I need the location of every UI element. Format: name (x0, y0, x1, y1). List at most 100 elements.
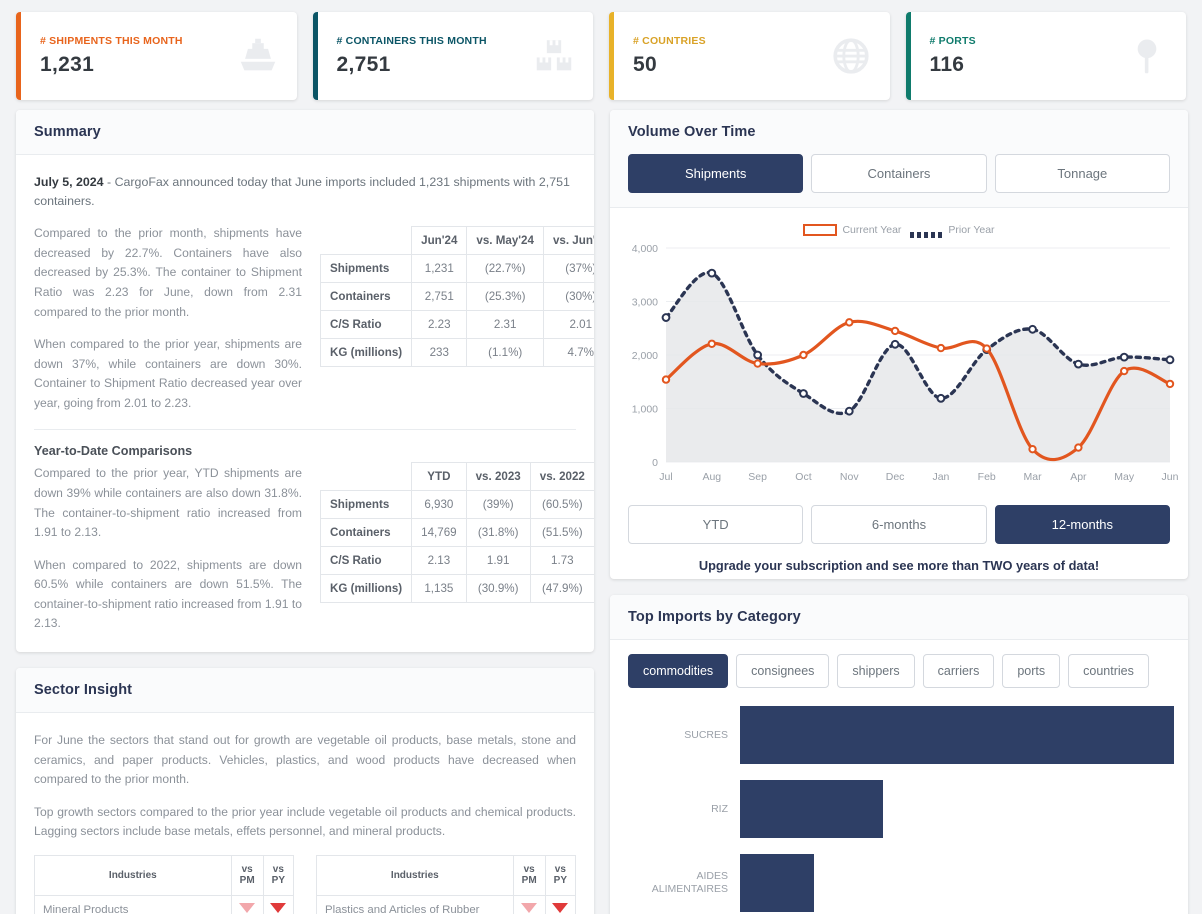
table-corner-cell (320, 226, 413, 256)
ytd-copy: Year-to-Date Comparisons Compared to the… (34, 444, 302, 634)
table-cell: 1.73 (529, 546, 594, 576)
summary-body: July 5, 2024 - CargoFax announced today … (16, 155, 594, 652)
table-header-cell: vs. 2022 (529, 462, 594, 492)
volume-line-chart[interactable]: 0 1,000 2,000 3,000 4,000 Jul Aug Sep Oct Nov Dec J… (618, 240, 1180, 490)
table-header-cell: YTD (411, 462, 467, 492)
trend-down-icon (239, 903, 256, 914)
table-row: KG (millions) 233 (1.1%) 4.7% (319, 338, 594, 368)
table-cell: 233 (411, 338, 468, 368)
svg-text:Feb: Feb (978, 471, 996, 483)
kpi-accent-bar (905, 12, 911, 100)
table-row-label: Containers (319, 518, 413, 548)
tab-shipments[interactable]: Shipments (628, 154, 804, 193)
table-row-label: Shipments (319, 254, 413, 284)
trend-vs-pm (512, 894, 546, 914)
map-pin-icon (1124, 33, 1170, 79)
kpi-card-countries: # COUNTRIES 50 (609, 12, 890, 100)
bar-sucres (740, 706, 1174, 764)
globe-icon (828, 33, 874, 79)
bar-aides-alimentaires (740, 854, 814, 912)
vs-pm-header: vs PM (512, 854, 546, 896)
chart-legend: Current Year Prior Year (618, 224, 1180, 238)
trend-vs-pm (230, 894, 264, 914)
svg-text:2,000: 2,000 (632, 350, 658, 362)
bar-riz (740, 780, 884, 838)
sector-panel-header: Sector Insight (16, 668, 594, 714)
imports-bar-chart[interactable]: SUCRES RIZ AIDES ALIMENTAIRES (610, 688, 1188, 914)
vs-pm-header: vs PM (230, 854, 264, 896)
dashboard-page: # SHIPMENTS THIS MONTH 1,231 # CONTAINER… (0, 0, 1202, 914)
tab-ytd[interactable]: YTD (628, 505, 804, 544)
table-cell: 2.13 (411, 546, 467, 576)
summary-panel: Summary July 5, 2024 - CargoFax announce… (16, 110, 594, 653)
table-header-row: YTD vs. 2023 vs. 2022 (320, 462, 594, 492)
table-row: Containers 2,751 (25.3%) (30%) (319, 282, 594, 312)
kpi-card-ports: # PORTS 116 (905, 12, 1186, 100)
table-row-label: Shipments (319, 490, 413, 520)
industries-header: Industries (316, 854, 514, 896)
tab-containers[interactable]: Containers (811, 154, 987, 193)
tab-commodities[interactable]: commodities (628, 654, 729, 688)
industry-name: Mineral Products (34, 894, 232, 914)
kpi-row: # SHIPMENTS THIS MONTH 1,231 # CONTAINER… (16, 12, 1186, 100)
table-cell: (1.1%) (466, 338, 544, 368)
industries-table-right: Industries vs PM vs PY Plastics and Articl… (316, 854, 577, 914)
tab-shippers[interactable]: shippers (837, 654, 915, 688)
vs-py-header: vs PY (262, 854, 295, 896)
tab-carriers[interactable]: carriers (922, 654, 995, 688)
svg-text:May: May (1114, 471, 1135, 483)
upgrade-note: Upgrade your subscription and see more t… (698, 558, 1100, 573)
summary-paragraph-2: When compared to the prior year, shipmen… (34, 337, 302, 410)
svg-text:Nov: Nov (840, 471, 859, 483)
ship-icon (235, 33, 281, 79)
summary-lede: July 5, 2024 - CargoFax announced today … (34, 173, 576, 210)
volume-range-tabs: YTD 6-months 12-months (628, 505, 1170, 544)
summary-copy: Compared to the prior month, shipments h… (34, 224, 302, 413)
tab-consignees[interactable]: consignees (736, 654, 830, 688)
table-cell: (25.3%) (466, 282, 544, 312)
table-cell: 2,751 (411, 282, 468, 312)
volume-metric-tabs: Shipments Containers Tonnage (628, 154, 1170, 193)
kpi-value-ports: 116 (929, 53, 965, 76)
svg-text:Mar: Mar (1023, 471, 1042, 483)
table-row: Mineral Products (34, 894, 295, 914)
table-header-row: Industries vs PM vs PY (316, 854, 577, 896)
ytd-paragraph-1: Compared to the prior year, YTD shipment… (34, 466, 302, 540)
trend-down-icon (552, 903, 569, 914)
svg-text:Dec: Dec (886, 471, 905, 483)
bar-row: RIZ (624, 772, 1174, 846)
svg-text:Sep: Sep (748, 471, 767, 483)
tab-12-months[interactable]: 12-months (994, 505, 1170, 544)
table-cell: (30%) (542, 282, 594, 312)
tab-6-months[interactable]: 6-months (811, 505, 987, 544)
monthly-comparison-table: Jun'24 vs. May'24 vs. Jun'23 Shipments 1… (319, 226, 594, 368)
legend-item-current-year: Current Year (803, 224, 901, 236)
industries-header: Industries (34, 854, 232, 896)
bar-track (740, 846, 1174, 914)
tab-tonnage[interactable]: Tonnage (994, 154, 1170, 193)
kpi-accent-bar (312, 12, 318, 100)
table-header-cell: vs. 2023 (465, 462, 531, 492)
kpi-value-shipments: 1,231 (40, 53, 95, 76)
kpi-label-ports: # PORTS (929, 35, 976, 47)
table-row-label: KG (millions) (319, 574, 413, 604)
table-cell: (31.8%) (465, 518, 531, 548)
svg-text:Jul: Jul (659, 471, 672, 483)
trend-down-icon (270, 903, 287, 914)
tab-countries[interactable]: countries (1068, 654, 1149, 688)
table-row: KG (millions) 1,135 (30.9%) (47.9%) (319, 574, 594, 604)
imports-category-tabs: commodities consignees shippers carriers… (628, 654, 1170, 688)
tab-ports[interactable]: ports (1002, 654, 1061, 688)
svg-text:Oct: Oct (795, 471, 811, 483)
table-cell: (47.9%) (529, 574, 594, 604)
summary-lede-rest: - CargoFax announced today that June imp… (34, 175, 570, 208)
bar-label: RIZ (711, 802, 728, 815)
bar-row: AIDES ALIMENTAIRES (624, 846, 1174, 914)
table-header-row: Industries vs PM vs PY (34, 854, 295, 896)
table-cell: (22.7%) (466, 254, 544, 284)
table-cell: 1,135 (411, 574, 467, 604)
main-columns: Summary July 5, 2024 - CargoFax announce… (16, 110, 1188, 914)
kpi-label-countries: # COUNTRIES (633, 35, 706, 47)
legend-swatch-prior-year (909, 226, 943, 238)
kpi-accent-bar (609, 12, 614, 100)
